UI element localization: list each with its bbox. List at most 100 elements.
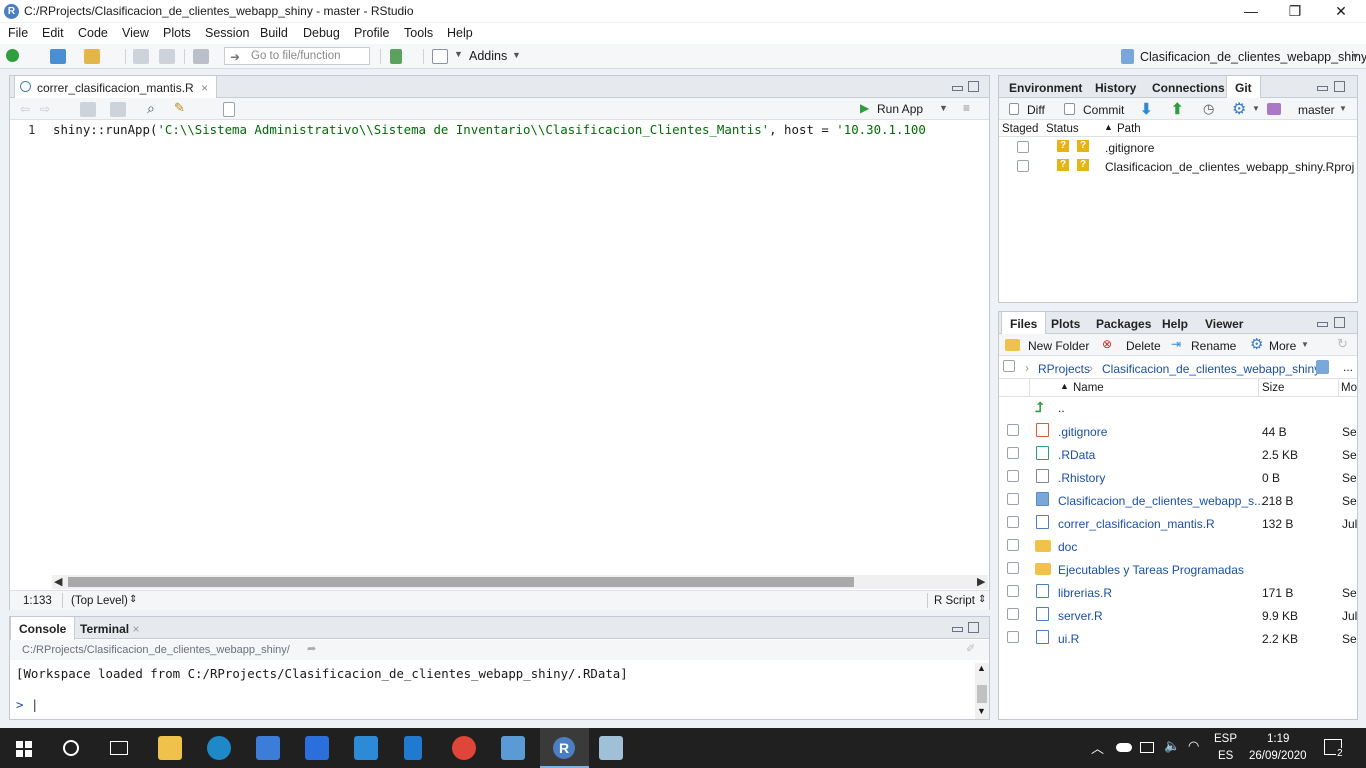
minimize-pane-icon[interactable] [1317, 86, 1328, 91]
menu-profile[interactable]: Profile [354, 26, 389, 40]
volume-icon[interactable]: 🔈 [1164, 738, 1180, 754]
file-row[interactable]: server.R 9.9 KB Jul [999, 605, 1357, 628]
maximize-pane-icon[interactable] [968, 81, 979, 92]
open-file-icon[interactable] [84, 49, 100, 64]
horizontal-scrollbar[interactable]: ◀ ▶ [52, 575, 988, 589]
app-icon[interactable] [599, 736, 623, 760]
maximize-pane-icon[interactable] [1334, 317, 1345, 328]
menu-debug[interactable]: Debug [303, 26, 340, 40]
file-name[interactable]: .RData [1058, 448, 1095, 462]
clock-time[interactable]: 1:19 [1267, 733, 1289, 745]
tab-environment[interactable]: Environment [1001, 76, 1090, 98]
store-icon[interactable] [256, 736, 280, 760]
minimize-pane-icon[interactable] [952, 86, 963, 91]
file-checkbox[interactable] [1007, 631, 1019, 643]
tab-console[interactable]: Console [10, 617, 76, 640]
scrollbar-thumb[interactable] [977, 685, 987, 703]
folder-name[interactable]: doc [1058, 540, 1077, 554]
rstudio-taskbar-button[interactable]: R [540, 728, 589, 768]
file-name[interactable]: server.R [1058, 609, 1103, 623]
scroll-up-icon[interactable]: ▲ [977, 663, 986, 673]
new-folder-button[interactable]: New Folder [1028, 339, 1089, 353]
tab-connections[interactable]: Connections [1144, 76, 1233, 98]
file-checkbox[interactable] [1007, 447, 1019, 459]
more-button[interactable]: More [1269, 339, 1296, 353]
wifi-icon[interactable]: ◠ [1188, 738, 1199, 754]
file-checkbox[interactable] [1007, 516, 1019, 528]
tab-plots[interactable]: Plots [1043, 312, 1088, 334]
minimize-button[interactable]: — [1228, 2, 1274, 20]
minimize-pane-icon[interactable] [1317, 322, 1328, 327]
language-indicator[interactable]: ESP [1214, 733, 1237, 745]
pane-layout-icon[interactable] [432, 49, 448, 64]
file-row[interactable]: ui.R 2.2 KB Se [999, 628, 1357, 651]
history-icon[interactable]: ◷ [1203, 101, 1214, 117]
rename-button[interactable]: Rename [1191, 339, 1236, 353]
console-prompt[interactable]: > | [16, 697, 38, 712]
scroll-down-icon[interactable]: ▼ [977, 706, 986, 716]
menu-tools[interactable]: Tools [404, 26, 433, 40]
new-file-icon[interactable] [6, 49, 19, 62]
outline-icon[interactable]: ≡ [963, 101, 970, 115]
breadcrumb-project[interactable]: Clasificacion_de_clientes_webapp_shiny [1102, 362, 1320, 376]
console-scrollbar[interactable]: ▲ ▼ [975, 663, 989, 719]
menu-session[interactable]: Session [205, 26, 249, 40]
tab-git[interactable]: Git [1226, 76, 1261, 99]
file-name[interactable]: .Rhistory [1058, 471, 1105, 485]
col-size[interactable]: Size [1262, 382, 1284, 394]
file-name[interactable]: .gitignore [1058, 425, 1107, 439]
tab-correr-clasificacion[interactable]: correr_clasificacion_mantis.R × [14, 76, 218, 99]
file-name[interactable]: Clasificacion_de_clientes_webapp_s... [1058, 494, 1264, 508]
breadcrumb-rprojects[interactable]: RProjects [1038, 362, 1090, 376]
save-icon[interactable] [133, 49, 149, 64]
mail-icon[interactable] [305, 736, 329, 760]
magic-wand-icon[interactable]: ✎ [174, 100, 185, 116]
file-checkbox[interactable] [1007, 562, 1019, 574]
col-staged[interactable]: Staged [1002, 123, 1038, 135]
windows-start-icon[interactable] [16, 741, 32, 757]
gear-icon[interactable]: ⚙ [1232, 99, 1246, 119]
file-type-selector[interactable]: R Script [934, 595, 975, 607]
folder-name[interactable]: Ejecutables y Tareas Programadas [1058, 563, 1244, 577]
branch-icon[interactable] [1267, 103, 1281, 115]
search-icon[interactable] [63, 740, 79, 756]
menu-edit[interactable]: Edit [42, 26, 64, 40]
tab-viewer[interactable]: Viewer [1197, 312, 1251, 334]
chrome-icon[interactable] [452, 736, 476, 760]
close-icon[interactable]: × [201, 81, 208, 95]
col-status[interactable]: Status [1046, 123, 1079, 135]
minimize-pane-icon[interactable] [952, 627, 963, 632]
onedrive-icon[interactable] [1116, 743, 1132, 752]
tab-terminal[interactable]: Terminal × [72, 617, 147, 639]
file-checkbox[interactable] [1007, 585, 1019, 597]
addins-button[interactable]: Addins [469, 49, 507, 63]
show-in-window-icon[interactable] [80, 102, 96, 117]
breadcrumb-more[interactable]: ... [1343, 360, 1353, 374]
close-button[interactable]: ✕ [1318, 2, 1364, 20]
parent-dir-link[interactable]: .. [1058, 401, 1065, 415]
menu-plots[interactable]: Plots [163, 26, 191, 40]
clock-date[interactable]: 26/09/2020 [1249, 750, 1307, 762]
commit-button[interactable]: Commit [1083, 103, 1124, 117]
forward-icon[interactable]: ⇨ [40, 102, 50, 116]
select-all-checkbox[interactable] [1003, 360, 1015, 372]
print-icon[interactable] [193, 49, 209, 64]
branch-selector[interactable]: master [1298, 103, 1335, 117]
menu-code[interactable]: Code [78, 26, 108, 40]
file-checkbox[interactable] [1007, 424, 1019, 436]
search-icon[interactable]: ⌕ [147, 100, 155, 117]
goto-file-input[interactable]: Go to file/function [224, 47, 370, 65]
menu-view[interactable]: View [122, 26, 149, 40]
file-row[interactable]: doc [999, 536, 1357, 559]
maximize-pane-icon[interactable] [1334, 81, 1345, 92]
file-row[interactable]: librerias.R 171 B Se [999, 582, 1357, 605]
parent-dir-row[interactable]: ⮥ .. [999, 398, 1357, 420]
col-path[interactable]: Path [1117, 123, 1141, 135]
file-checkbox[interactable] [1007, 608, 1019, 620]
menu-help[interactable]: Help [447, 26, 473, 40]
staged-checkbox[interactable] [1017, 141, 1029, 153]
save-all-icon[interactable] [159, 49, 175, 64]
keyboard-layout[interactable]: ES [1218, 750, 1233, 762]
tab-packages[interactable]: Packages [1088, 312, 1159, 334]
menu-file[interactable]: File [8, 26, 28, 40]
